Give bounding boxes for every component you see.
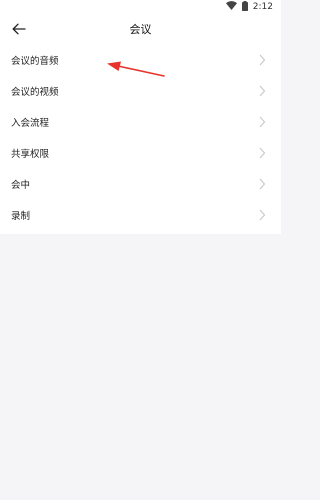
status-bar: 2:12 xyxy=(0,0,281,14)
menu-item-label: 会议的音频 xyxy=(11,55,59,67)
menu-item-recording[interactable]: 录制 xyxy=(0,199,281,230)
chevron-right-icon xyxy=(259,54,266,65)
menu-item-join-flow[interactable]: 入会流程 xyxy=(0,106,281,137)
menu-item-label: 会中 xyxy=(11,179,31,191)
menu-item-label: 共享权限 xyxy=(11,148,50,160)
wifi-icon xyxy=(225,1,237,13)
menu-item-share-permissions[interactable]: 共享权限 xyxy=(0,137,281,168)
chevron-right-icon xyxy=(259,147,266,158)
menu-item-in-meeting[interactable]: 会中 xyxy=(0,168,281,199)
menu-item-label: 录制 xyxy=(11,210,31,222)
menu-item-label: 会议的视频 xyxy=(11,86,59,98)
page-title: 会议 xyxy=(129,23,152,36)
status-time: 2:12 xyxy=(252,2,273,12)
chevron-right-icon xyxy=(259,116,266,127)
status-icons: 2:12 xyxy=(225,0,273,14)
chevron-right-icon xyxy=(259,178,266,189)
settings-list: 会议的音频 会议的视频 入会流程 共享权限 会中 录制 xyxy=(0,44,281,234)
battery-icon xyxy=(241,0,248,14)
menu-item-video[interactable]: 会议的视频 xyxy=(0,75,281,106)
menu-item-audio[interactable]: 会议的音频 xyxy=(0,44,281,75)
menu-item-label: 入会流程 xyxy=(11,117,50,129)
chevron-right-icon xyxy=(259,85,266,96)
chevron-right-icon xyxy=(259,209,266,220)
app-bar: 会议 xyxy=(0,14,281,44)
list-bottom-padding xyxy=(0,230,281,234)
